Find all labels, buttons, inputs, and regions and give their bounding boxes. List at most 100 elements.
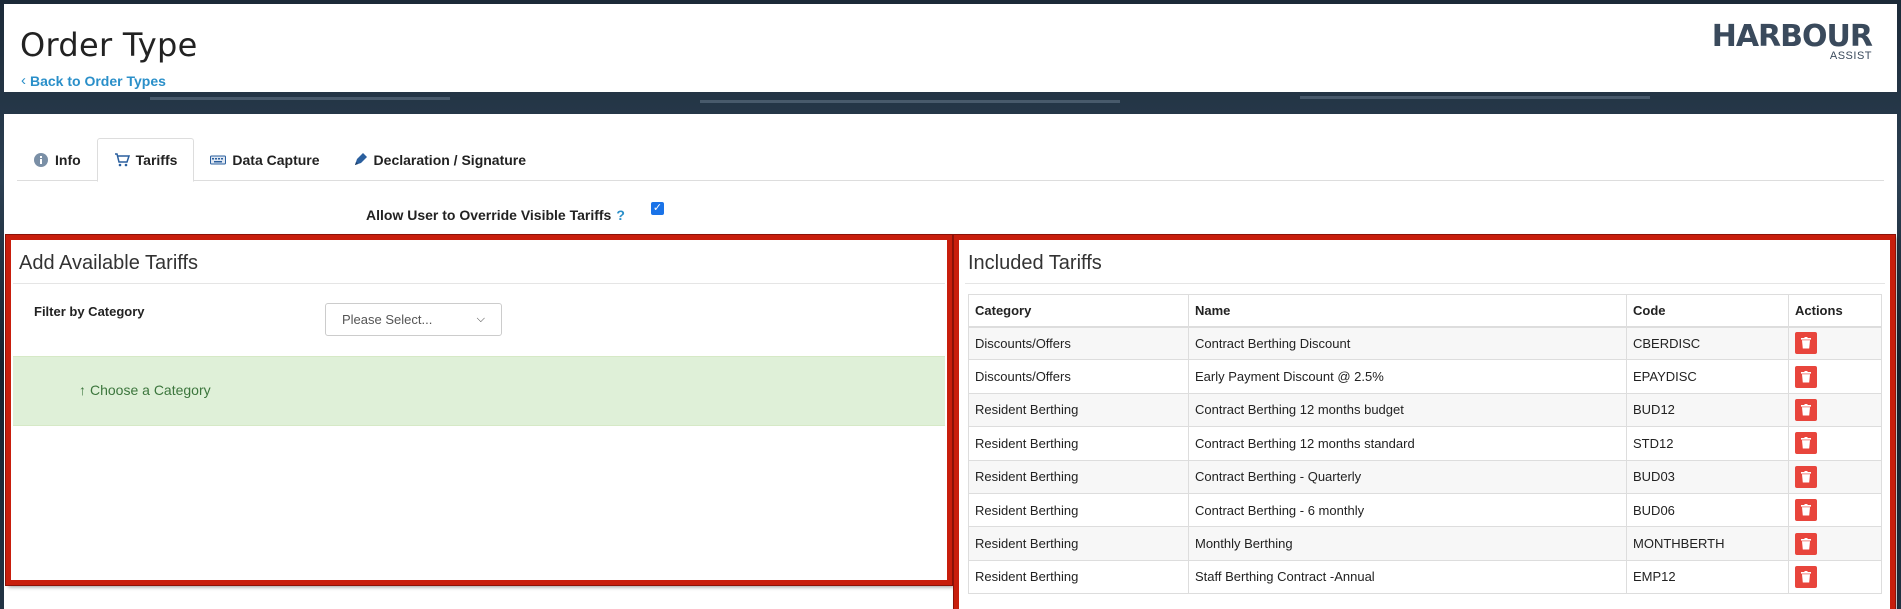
- category-select[interactable]: Please Select... ⌵: [325, 303, 502, 336]
- filter-category-label: Filter by Category: [34, 304, 145, 319]
- cell-name: Contract Berthing Discount: [1188, 325, 1627, 361]
- delete-button[interactable]: [1795, 465, 1817, 488]
- override-tariffs-checkbox[interactable]: ✓: [651, 202, 664, 215]
- background-wave: [1300, 96, 1650, 99]
- cell-name: Early Payment Discount @ 2.5%: [1188, 359, 1627, 394]
- harbour-assist-logo: HARBOUR ASSIST: [1711, 19, 1873, 63]
- page-title: Order Type: [20, 26, 198, 64]
- column-header-actions: Actions: [1788, 294, 1882, 328]
- column-header-category: Category: [968, 294, 1189, 328]
- cell-category: Resident Berthing: [968, 526, 1189, 561]
- trash-icon: [1801, 337, 1811, 349]
- cell-code: STD12: [1626, 426, 1789, 461]
- delete-button[interactable]: [1795, 499, 1817, 522]
- cell-category: Discounts/Offers: [968, 325, 1189, 361]
- cell-actions: [1788, 492, 1882, 528]
- info-icon: [34, 152, 48, 167]
- tab-declaration-label: Declaration / Signature: [373, 151, 527, 168]
- chevron-down-icon: ⌵: [476, 313, 485, 325]
- table-row: Discounts/Offers Contract Berthing Discou…: [968, 325, 1882, 361]
- tab-tariffs-label: Tariffs: [135, 152, 178, 168]
- override-tariffs-label: Allow User to Override Visible Tariffs ?: [366, 207, 625, 223]
- cell-code: BUD03: [1626, 459, 1789, 494]
- cell-actions: [1788, 392, 1882, 428]
- cell-code: BUD06: [1626, 492, 1789, 528]
- back-to-order-types-link[interactable]: ‹ Back to Order Types: [21, 72, 166, 89]
- available-tariffs-title: Add Available Tariffs: [13, 242, 945, 284]
- cell-name: Contract Berthing - Quarterly: [1188, 459, 1627, 494]
- help-icon[interactable]: ?: [616, 207, 625, 223]
- cart-icon: [114, 153, 130, 167]
- cell-name: Contract Berthing 12 months standard: [1188, 426, 1627, 461]
- table-row: Resident Berthing Contract Berthing - 6 m…: [968, 492, 1882, 528]
- cell-actions: [1788, 559, 1882, 595]
- cell-actions: [1788, 459, 1882, 494]
- table-row: Discounts/Offers Early Payment Discount @…: [968, 359, 1882, 394]
- cell-name: Staff Berthing Contract -Annual: [1188, 559, 1627, 595]
- table-header-row: Category Name Code Actions: [968, 294, 1882, 328]
- tab-info[interactable]: Info: [17, 138, 97, 181]
- included-tariffs-title: Included Tariffs: [965, 242, 1885, 284]
- category-select-value: Please Select...: [342, 312, 433, 327]
- included-tariffs-panel: Included Tariffs Category Name Code Acti…: [965, 242, 1885, 609]
- table-row: Resident Berthing Contract Berthing 12 mo…: [968, 426, 1882, 461]
- table-row: Resident Berthing Contract Berthing 12 mo…: [968, 392, 1882, 428]
- background-wave: [150, 97, 450, 100]
- cell-category: Resident Berthing: [968, 392, 1189, 428]
- column-header-name: Name: [1188, 294, 1627, 328]
- cell-name: Contract Berthing - 6 monthly: [1188, 492, 1627, 528]
- delete-button[interactable]: [1795, 332, 1817, 355]
- choose-category-text: Choose a Category: [90, 382, 211, 398]
- cell-category: Resident Berthing: [968, 492, 1189, 528]
- trash-icon: [1801, 470, 1811, 483]
- cell-name: Monthly Berthing: [1188, 526, 1627, 561]
- delete-button[interactable]: [1795, 565, 1817, 588]
- cell-code: CBERDISC: [1626, 325, 1789, 361]
- table-row: Resident Berthing Staff Berthing Contract…: [968, 559, 1882, 595]
- keyboard-icon: [210, 155, 227, 164]
- override-label-text: Allow User to Override Visible Tariffs: [366, 207, 612, 223]
- cell-actions: [1788, 526, 1882, 561]
- table-row: Resident Berthing Contract Berthing - Qua…: [968, 459, 1882, 494]
- table-row: Resident Berthing Monthly Berthing MONTHBE…: [968, 526, 1882, 561]
- trash-icon: [1801, 370, 1811, 383]
- trash-icon: [1801, 504, 1811, 516]
- cell-code: BUD12: [1626, 392, 1789, 428]
- cell-category: Resident Berthing: [968, 426, 1189, 461]
- main-panel: Info Tariffs Data Capture Declaration / …: [4, 114, 1897, 609]
- chevron-left-icon: ‹: [21, 72, 26, 89]
- arrow-up-icon: ↑: [79, 382, 86, 398]
- tab-info-label: Info: [55, 151, 81, 168]
- tab-bar: Info Tariffs Data Capture Declaration / …: [17, 138, 1884, 182]
- trash-icon: [1801, 570, 1811, 583]
- tab-data-capture-label: Data Capture: [232, 151, 320, 168]
- cell-code: EPAYDISC: [1626, 359, 1789, 394]
- column-header-code: Code: [1626, 294, 1789, 328]
- cell-category: Discounts/Offers: [968, 359, 1189, 394]
- delete-button[interactable]: [1795, 398, 1817, 421]
- back-link-label: Back to Order Types: [30, 72, 166, 89]
- cell-code: MONTHBERTH: [1626, 526, 1789, 561]
- cell-category: Resident Berthing: [968, 459, 1189, 494]
- included-tariffs-table: Category Name Code Actions Discounts/Off…: [968, 294, 1882, 595]
- filter-row: Filter by Category Please Select... ⌵: [13, 284, 945, 356]
- delete-button[interactable]: [1795, 365, 1817, 388]
- trash-icon: [1801, 403, 1811, 416]
- tab-data-capture[interactable]: Data Capture: [194, 138, 335, 181]
- page-header: Order Type ‹ Back to Order Types HARBOUR…: [4, 4, 1897, 92]
- logo-main-text: HARBOUR: [1711, 19, 1873, 54]
- cell-actions: [1788, 325, 1882, 361]
- tab-declaration-signature[interactable]: Declaration / Signature: [336, 138, 542, 181]
- pen-icon: [354, 152, 367, 165]
- delete-button[interactable]: [1795, 432, 1817, 455]
- cell-name: Contract Berthing 12 months budget: [1188, 392, 1627, 428]
- cell-category: Resident Berthing: [968, 559, 1189, 595]
- cell-actions: [1788, 359, 1882, 394]
- cell-actions: [1788, 426, 1882, 461]
- cell-code: EMP12: [1626, 559, 1789, 595]
- tab-tariffs[interactable]: Tariffs: [96, 138, 195, 182]
- background-wave: [700, 100, 1120, 103]
- delete-button[interactable]: [1795, 532, 1817, 555]
- choose-category-hint: ↑ Choose a Category: [13, 356, 945, 426]
- trash-icon: [1801, 437, 1811, 449]
